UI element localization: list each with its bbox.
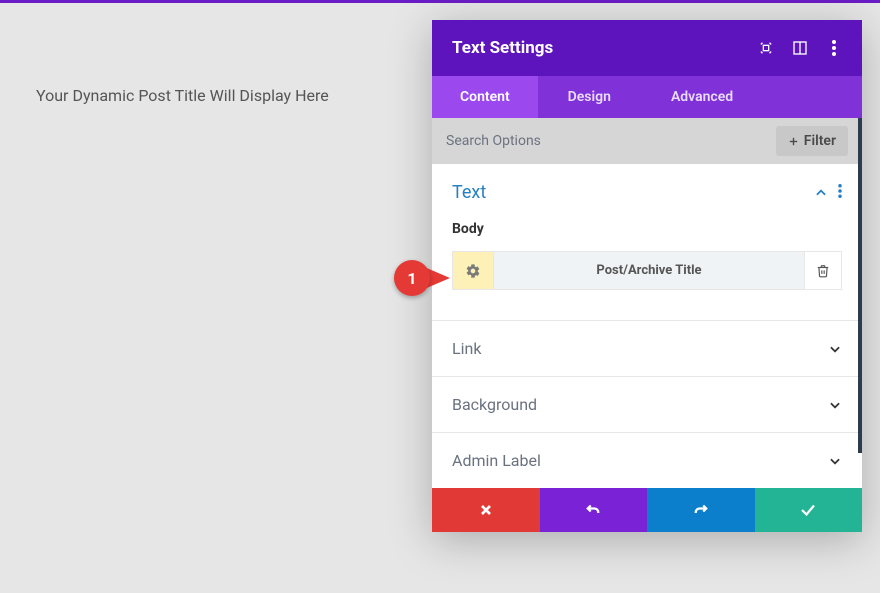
app-top-accent <box>0 0 880 3</box>
section-text-title: Text <box>452 182 814 203</box>
tab-advanced[interactable]: Advanced <box>641 76 763 118</box>
redo-button[interactable] <box>647 488 755 532</box>
responsive-icon[interactable] <box>758 40 774 56</box>
panel-body: Filter Text Body <box>432 118 862 488</box>
check-icon <box>799 501 817 519</box>
chevron-down-icon <box>828 398 842 412</box>
section-background[interactable]: Background <box>432 377 862 433</box>
section-text-header[interactable]: Text <box>452 182 842 203</box>
dynamic-field-value[interactable]: Post/Archive Title <box>494 251 804 290</box>
trash-icon <box>816 264 830 278</box>
section-background-title: Background <box>452 395 828 414</box>
undo-button[interactable] <box>540 488 648 532</box>
dynamic-settings-button[interactable] <box>452 251 494 290</box>
panel-title: Text Settings <box>452 38 758 58</box>
settings-panel: Text Settings Content Design Advanced <box>432 20 862 532</box>
more-icon[interactable] <box>826 40 842 56</box>
cancel-button[interactable] <box>432 488 540 532</box>
header-actions <box>758 40 842 56</box>
section-admin-label[interactable]: Admin Label <box>432 433 862 488</box>
save-button[interactable] <box>755 488 863 532</box>
redo-icon <box>692 501 710 519</box>
search-input[interactable] <box>446 133 766 149</box>
plus-icon <box>788 136 799 147</box>
field-label-body: Body <box>452 221 842 237</box>
panel-footer <box>432 488 862 532</box>
undo-icon <box>584 501 602 519</box>
preview-text: Your Dynamic Post Title Will Display Her… <box>36 86 329 105</box>
section-link-title: Link <box>452 339 828 358</box>
scrollbar[interactable] <box>858 118 862 453</box>
section-text-actions <box>814 183 842 202</box>
chevron-down-icon <box>828 342 842 356</box>
dynamic-field: Post/Archive Title <box>452 251 842 290</box>
section-text: Text Body Post/Archive Title <box>432 164 862 321</box>
annotation-number: 1 <box>394 260 430 296</box>
chevron-up-icon[interactable] <box>814 186 828 200</box>
filter-button[interactable]: Filter <box>776 126 848 156</box>
panel-header: Text Settings <box>432 20 862 76</box>
expand-icon[interactable] <box>792 40 808 56</box>
dynamic-delete-button[interactable] <box>804 251 842 290</box>
chevron-down-icon <box>828 454 842 468</box>
filter-button-label: Filter <box>804 133 836 149</box>
search-bar: Filter <box>432 118 862 164</box>
section-more-icon[interactable] <box>838 183 842 202</box>
tab-design[interactable]: Design <box>538 76 641 118</box>
section-link[interactable]: Link <box>432 321 862 377</box>
close-icon <box>478 502 494 518</box>
gear-icon <box>465 263 481 279</box>
section-admin-title: Admin Label <box>452 451 828 470</box>
tab-content[interactable]: Content <box>432 76 538 118</box>
tabs: Content Design Advanced <box>432 76 862 118</box>
